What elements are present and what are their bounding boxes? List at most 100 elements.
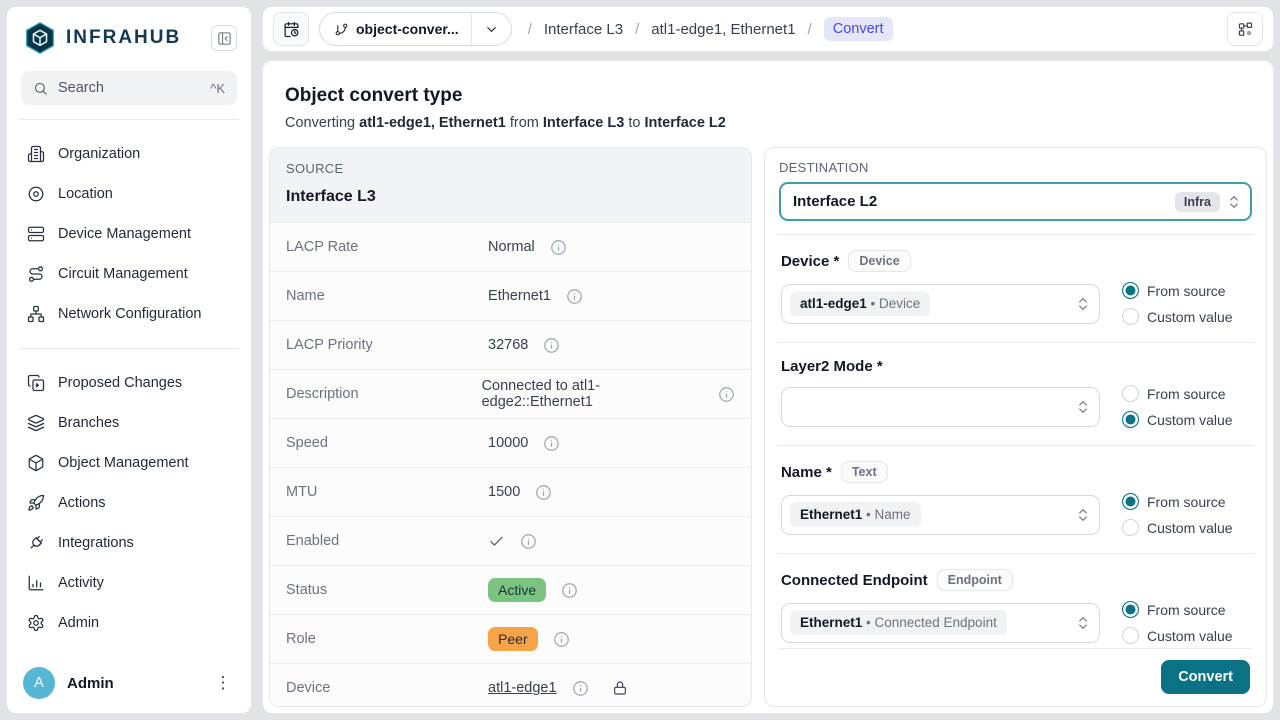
- sidebar-item-location[interactable]: Location: [17, 174, 241, 214]
- radio-from-source[interactable]: From source: [1122, 385, 1250, 402]
- search-input[interactable]: Search ^K: [21, 71, 237, 105]
- convert-button[interactable]: Convert: [1161, 660, 1250, 694]
- topbar: object-conver... / Interface L3 / atl1-e…: [262, 6, 1274, 52]
- device-select[interactable]: atl1-edge1 • Device: [781, 284, 1100, 324]
- radio-from-source[interactable]: From source: [1122, 493, 1250, 510]
- breadcrumb-separator: /: [528, 21, 532, 38]
- namespace-badge: Infra: [1175, 192, 1220, 212]
- source-row-enabled: Enabled: [270, 517, 751, 566]
- divider: [777, 445, 1254, 446]
- info-icon[interactable]: [543, 337, 560, 354]
- destination-kicker: DESTINATION: [779, 160, 1252, 175]
- sidebar-item-label: Location: [58, 186, 113, 202]
- connected-endpoint-select[interactable]: Ethernet1 • Connected Endpoint: [781, 603, 1100, 643]
- radio-icon: [1122, 385, 1139, 402]
- radio-custom-value[interactable]: Custom value: [1122, 519, 1250, 536]
- source-row-name: Name Ethernet1: [270, 272, 751, 321]
- destination-type-select[interactable]: Interface L2 Infra: [779, 182, 1252, 221]
- info-icon[interactable]: [718, 386, 735, 403]
- radio-custom-value[interactable]: Custom value: [1122, 308, 1250, 325]
- sidebar-item-label: Organization: [58, 146, 140, 162]
- attribute-label: Device: [286, 680, 488, 696]
- bar-chart-icon: [27, 574, 45, 592]
- breadcrumb-item-object[interactable]: atl1-edge1, Ethernet1: [651, 21, 795, 38]
- field-group-name: Name * Text Ethernet1 • Name From source…: [779, 459, 1252, 540]
- layer2-mode-select[interactable]: [781, 387, 1100, 427]
- user-menu[interactable]: A Admin ⋮: [17, 663, 241, 699]
- sidebar-item-admin[interactable]: Admin: [17, 603, 241, 643]
- sidebar-item-label: Object Management: [58, 455, 189, 471]
- info-icon[interactable]: [520, 533, 537, 550]
- subtitle-object: atl1-edge1, Ethernet1: [359, 115, 506, 131]
- attribute-value: 10000: [488, 435, 528, 451]
- source-row-speed: Speed 10000: [270, 419, 751, 468]
- radio-custom-value[interactable]: Custom value: [1122, 411, 1250, 428]
- attribute-value: 1500: [488, 484, 520, 500]
- kebab-menu-icon[interactable]: ⋮: [211, 673, 235, 693]
- breadcrumb-item-schema[interactable]: Interface L3: [544, 21, 623, 38]
- radio-from-source[interactable]: From source: [1122, 282, 1250, 299]
- source-row-lacp-rate: LACP Rate Normal: [270, 223, 751, 272]
- collapse-sidebar-button[interactable]: [211, 25, 237, 51]
- branch-selector[interactable]: object-conver...: [319, 12, 512, 46]
- info-icon[interactable]: [566, 288, 583, 305]
- radio-icon: [1122, 308, 1139, 325]
- divider: [777, 342, 1254, 343]
- chevrons-up-down-icon: [1075, 507, 1091, 523]
- attribute-label: Speed: [286, 435, 488, 451]
- nav-group-secondary: Proposed Changes Branches Object Managem…: [17, 363, 241, 643]
- logo-row: INFRAHUB: [17, 19, 241, 55]
- selected-value-pill: atl1-edge1 • Device: [790, 291, 930, 316]
- gear-icon: [27, 614, 45, 632]
- attribute-value: Ethernet1: [488, 288, 551, 304]
- schema-visualizer-button[interactable]: [1227, 12, 1263, 46]
- infrahub-logo-icon: [23, 21, 57, 55]
- sidebar-item-object-management[interactable]: Object Management: [17, 443, 241, 483]
- field-group-connected-endpoint: Connected Endpoint Endpoint Ethernet1 • …: [779, 567, 1252, 648]
- attribute-label: Name: [286, 288, 488, 304]
- sidebar-item-organization[interactable]: Organization: [17, 134, 241, 174]
- source-panel-header: SOURCE Interface L3: [270, 148, 751, 223]
- sidebar-item-actions[interactable]: Actions: [17, 483, 241, 523]
- radio-custom-value[interactable]: Custom value: [1122, 627, 1250, 644]
- radio-from-source[interactable]: From source: [1122, 601, 1250, 618]
- info-icon[interactable]: [543, 435, 560, 452]
- info-icon[interactable]: [553, 631, 570, 648]
- plug-icon: [27, 534, 45, 552]
- time-travel-button[interactable]: [273, 12, 309, 46]
- chevrons-up-down-icon: [1075, 615, 1091, 631]
- name-select[interactable]: Ethernet1 • Name: [781, 495, 1100, 535]
- attribute-label: Enabled: [286, 533, 488, 549]
- subtitle-text: Converting: [285, 115, 359, 131]
- radio-icon: [1122, 282, 1139, 299]
- sidebar-item-proposed-changes[interactable]: Proposed Changes: [17, 363, 241, 403]
- attribute-value: Normal: [488, 239, 535, 255]
- attribute-label: LACP Priority: [286, 337, 488, 353]
- sidebar-item-activity[interactable]: Activity: [17, 563, 241, 603]
- proposed-changes-icon: [27, 374, 45, 392]
- role-badge: Peer: [488, 627, 538, 651]
- sidebar-item-label: Actions: [58, 495, 106, 511]
- chevrons-up-down-icon: [1075, 399, 1091, 415]
- attribute-value: Connected to atl1-edge2::Ethernet1: [482, 378, 703, 410]
- divider: [19, 348, 239, 349]
- sidebar-item-branches[interactable]: Branches: [17, 403, 241, 443]
- sidebar-item-device-management[interactable]: Device Management: [17, 214, 241, 254]
- source-row-status: Status Active: [270, 566, 751, 615]
- page-subtitle: Converting atl1-edge1, Ethernet1 from In…: [285, 115, 1251, 131]
- info-icon[interactable]: [572, 680, 589, 697]
- sidebar-item-circuit-management[interactable]: Circuit Management: [17, 254, 241, 294]
- radio-icon: [1122, 601, 1139, 618]
- branch-dropdown-toggle[interactable]: [472, 22, 511, 37]
- attribute-label: Role: [286, 631, 488, 647]
- info-icon[interactable]: [550, 239, 567, 256]
- info-icon[interactable]: [561, 582, 578, 599]
- field-kind-badge: Device: [848, 250, 910, 272]
- info-icon[interactable]: [535, 484, 552, 501]
- main-content: Object convert type Converting atl1-edge…: [262, 60, 1274, 714]
- sidebar-item-network-configuration[interactable]: Network Configuration: [17, 294, 241, 334]
- sidebar-item-integrations[interactable]: Integrations: [17, 523, 241, 563]
- device-link[interactable]: atl1-edge1: [488, 680, 557, 696]
- attribute-label: MTU: [286, 484, 488, 500]
- network-icon: [27, 305, 45, 323]
